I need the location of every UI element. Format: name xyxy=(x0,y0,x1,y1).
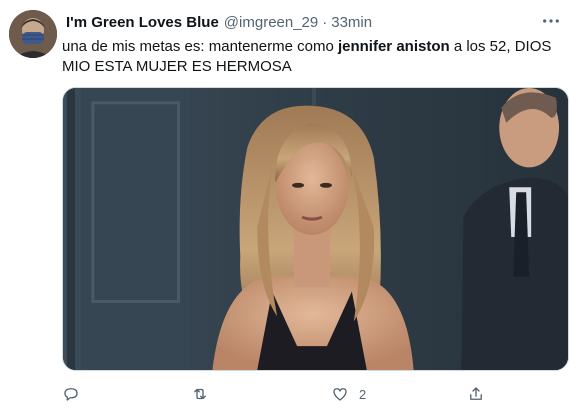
tweet-text: una de mis metas es: mantenerme como jen… xyxy=(62,37,552,77)
more-horizontal-icon xyxy=(543,19,559,23)
action-bar: 2 xyxy=(62,382,522,406)
more-button[interactable] xyxy=(541,12,561,30)
like-button[interactable]: 2 xyxy=(331,382,366,406)
avatar[interactable] xyxy=(9,10,57,58)
avatar-image xyxy=(9,10,57,58)
share-button[interactable] xyxy=(467,382,485,406)
tweet-media[interactable] xyxy=(62,87,569,371)
user-handle[interactable]: @imgreen_29 xyxy=(224,14,318,31)
retweet-icon xyxy=(194,388,206,400)
share-icon xyxy=(470,387,482,400)
heart-icon xyxy=(333,388,347,401)
separator: · xyxy=(322,13,328,31)
display-name[interactable]: I'm Green Loves Blue xyxy=(66,14,219,31)
tweet-header: I'm Green Loves Blue @imgreen_29 · 33min xyxy=(66,12,571,32)
reply-button[interactable] xyxy=(62,382,80,406)
timestamp[interactable]: 33min xyxy=(331,14,372,31)
media-image xyxy=(63,88,568,370)
like-count: 2 xyxy=(359,386,367,402)
tweet-text-bold: jennifer aniston xyxy=(337,38,450,55)
reply-icon xyxy=(64,388,78,401)
tweet-text-part1: una de mis metas es: mantenerme como xyxy=(62,38,338,55)
retweet-button[interactable] xyxy=(191,382,209,406)
